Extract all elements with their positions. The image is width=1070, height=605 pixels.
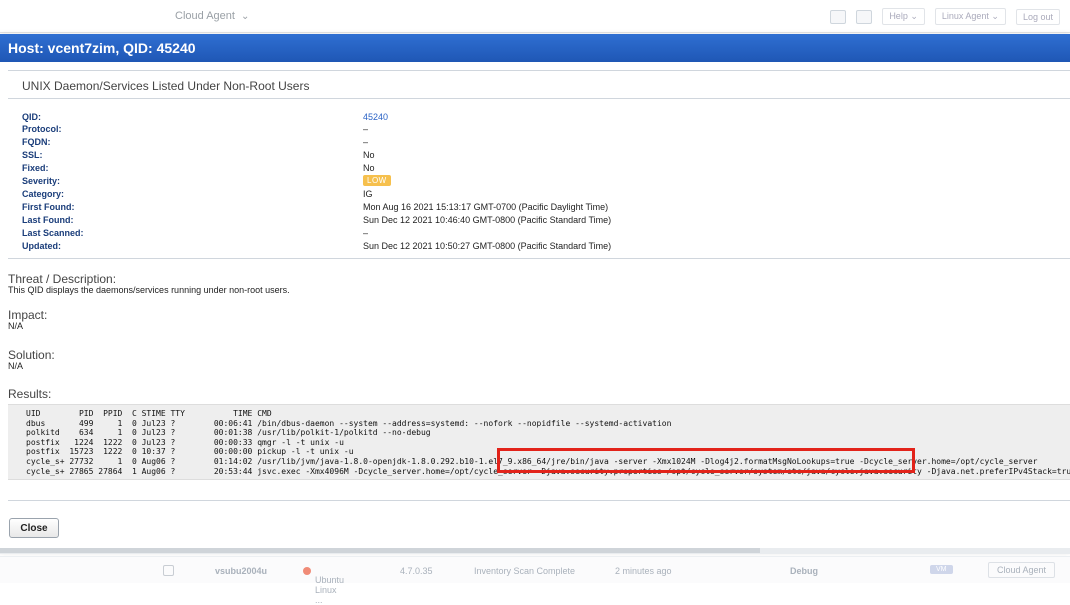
severity-badge: LOW	[363, 175, 391, 186]
solution-heading: Solution:	[8, 348, 55, 362]
section-divider	[8, 70, 1070, 71]
solution-text: N/A	[8, 361, 24, 371]
host-name[interactable]: vsubu2004u	[215, 566, 267, 576]
results-output: UID PID PPID C STIME TTY TIME CMD dbus 49…	[8, 404, 1070, 480]
field-label-fixed: Fixed:	[22, 163, 49, 173]
field-label-severity: Severity:	[22, 176, 61, 186]
row-checkbox[interactable]	[163, 565, 174, 576]
section-divider	[8, 98, 1070, 99]
help-menu[interactable]: Help ⌄	[882, 8, 925, 25]
agent-menu[interactable]: Linux Agent ⌄	[934, 8, 1006, 25]
threat-heading: Threat / Description:	[8, 272, 117, 286]
results-heading: Results:	[8, 387, 52, 401]
results-line: postfix 1224 1222 0 Jul23 ? 00:00:33 qmg…	[26, 437, 344, 447]
field-label-last-found: Last Found:	[22, 215, 74, 225]
last-scanned-value: –	[363, 228, 369, 238]
threat-text: This QID displays the daemons/services r…	[8, 285, 290, 295]
fqdn-value: –	[363, 137, 369, 147]
app-name: Cloud Agent	[175, 10, 235, 22]
cloud-agent-button[interactable]: Cloud Agent	[988, 562, 1056, 578]
field-label-last-scanned: Last Scanned:	[22, 228, 84, 238]
modal-title: Host: vcent7zim, QID: 45240	[0, 34, 1070, 62]
mail-icon[interactable]	[856, 9, 873, 24]
ubuntu-icon	[303, 567, 311, 575]
vulnerability-title: UNIX Daemon/Services Listed Under Non-Ro…	[22, 79, 310, 93]
protocol-value: –	[363, 124, 369, 134]
results-line: cycle_s+ 27732 1 0 Aug06 ? 01:14:02 /usr…	[26, 456, 1038, 466]
field-label-protocol: Protocol:	[22, 124, 62, 134]
severity-value: LOW	[363, 175, 391, 186]
chevron-down-icon: ⌄	[240, 11, 250, 22]
results-line: dbus 499 1 0 Jul23 ? 00:06:41 /bin/dbus-…	[26, 418, 672, 428]
app-topbar: Cloud Agent ⌄ Help ⌄ Linux Agent ⌄ Log ou…	[0, 0, 1070, 33]
footer-divider	[8, 500, 1070, 501]
last-found-value: Sun Dec 12 2021 10:46:40 GMT-0800 (Pacif…	[363, 215, 612, 225]
app-switcher[interactable]: Cloud Agent ⌄	[175, 10, 249, 22]
agent-mode: Debug	[790, 566, 818, 576]
table-row[interactable]: vsubu2004u Ubuntu Linux ... 4.7.0.35 Inv…	[0, 556, 1070, 605]
qid-link[interactable]: 45240	[363, 112, 388, 122]
logout-button[interactable]: Log out	[1015, 8, 1060, 25]
results-line: postfix 15723 1222 0 10:37 ? 00:00:00 pi…	[26, 447, 354, 457]
fixed-value: No	[363, 163, 375, 173]
results-line: polkitd 634 1 0 Jul23 ? 00:01:38 /usr/li…	[26, 428, 431, 438]
section-divider	[8, 258, 1070, 259]
impact-heading: Impact:	[8, 308, 48, 322]
close-button[interactable]: Close	[9, 518, 59, 538]
ssl-value: No	[363, 150, 375, 160]
module-chip: VM	[930, 565, 953, 574]
dashboard-icon[interactable]	[830, 9, 847, 24]
os-cell: Ubuntu Linux ...	[303, 566, 344, 605]
updated-value: Sun Dec 12 2021 10:50:27 GMT-0800 (Pacif…	[363, 241, 612, 251]
agent-status: Inventory Scan Complete	[474, 566, 576, 576]
field-label-first-found: First Found:	[22, 202, 75, 212]
last-activity: 2 minutes ago	[615, 566, 672, 576]
field-label-category: Category:	[22, 189, 65, 199]
impact-text: N/A	[8, 321, 24, 331]
field-label-qid: QID:	[22, 112, 41, 122]
first-found-value: Mon Aug 16 2021 15:13:17 GMT-0700 (Pacif…	[363, 202, 609, 212]
category-value: IG	[363, 189, 373, 199]
field-label-updated: Updated:	[22, 241, 61, 251]
scrollbar-thumb[interactable]	[0, 548, 760, 553]
field-label-ssl: SSL:	[22, 150, 43, 160]
agent-version: 4.7.0.35	[400, 566, 433, 576]
results-line: UID PID PPID C STIME TTY TIME CMD	[26, 409, 272, 418]
field-label-fqdn: FQDN:	[22, 137, 51, 147]
results-line: cycle_s+ 27865 27864 1 Aug06 ? 20:53:44 …	[26, 466, 1070, 476]
